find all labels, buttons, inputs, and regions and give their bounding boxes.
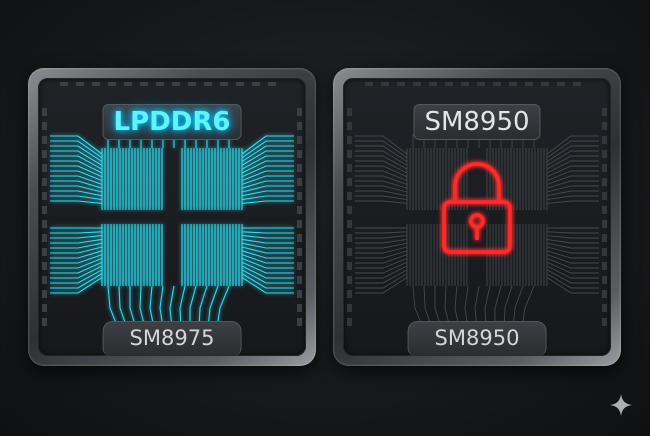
chip-right-top-label: SM8950 [413,104,541,140]
chip-right: SM8950 SM8950 [333,68,621,366]
memory-type-label: LPDDR6 [102,104,242,140]
chip-model-label-right: SM8950 [407,321,547,356]
sparkle-icon [610,394,632,416]
chip-left: LPDDR6 SM8975 [28,68,316,366]
chip-right-die: SM8950 SM8950 [343,78,611,356]
chip-model-label: SM8975 [102,321,242,356]
chip-left-die: LPDDR6 SM8975 [38,78,306,356]
padlock-icon [442,162,512,254]
